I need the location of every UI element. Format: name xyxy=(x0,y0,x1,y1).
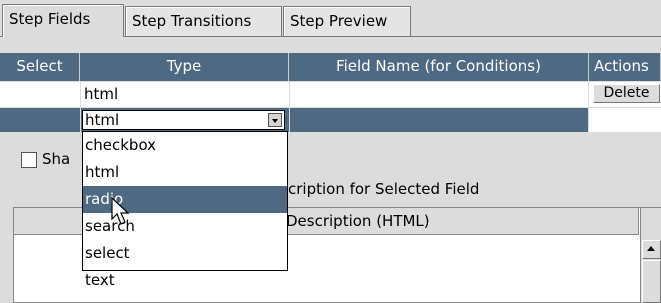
checkbox-label: Sha xyxy=(42,150,71,168)
option-checkbox[interactable]: checkbox xyxy=(83,132,287,159)
chevron-down-icon[interactable] xyxy=(268,113,282,127)
scroll-thumb[interactable] xyxy=(642,260,661,303)
column-header-actions: Actions xyxy=(589,53,661,81)
column-header-select: Select xyxy=(0,53,80,81)
column-header-type: Type xyxy=(80,53,289,81)
tab-step-fields[interactable]: Step Fields xyxy=(2,4,124,37)
row-1-type-cell: html xyxy=(81,82,289,107)
tab-step-transitions[interactable]: Step Transitions xyxy=(125,6,282,36)
column-header-field-name: Field Name (for Conditions) xyxy=(289,53,589,81)
row-1-select-cell xyxy=(0,82,80,107)
mouse-cursor-icon xyxy=(111,197,130,225)
type-select-value: html xyxy=(85,111,120,129)
tab-step-preview[interactable]: Step Preview xyxy=(283,6,411,36)
type-select[interactable]: html xyxy=(82,110,285,130)
row-2-actions-cell xyxy=(589,108,661,132)
option-html[interactable]: html xyxy=(83,159,287,186)
option-select[interactable]: select xyxy=(83,240,287,267)
option-text[interactable]: text xyxy=(83,267,287,294)
row-2-field-name-cell xyxy=(290,108,588,132)
section-label: cription for Selected Field xyxy=(288,180,480,198)
description-header: Description (HTML) xyxy=(286,212,430,230)
row-2-select-cell xyxy=(0,108,80,132)
scroll-up-arrow-icon[interactable] xyxy=(642,240,661,259)
row-1-field-name-cell xyxy=(290,82,588,107)
shared-checkbox[interactable] xyxy=(21,152,37,168)
delete-button[interactable]: Delete xyxy=(593,84,660,103)
